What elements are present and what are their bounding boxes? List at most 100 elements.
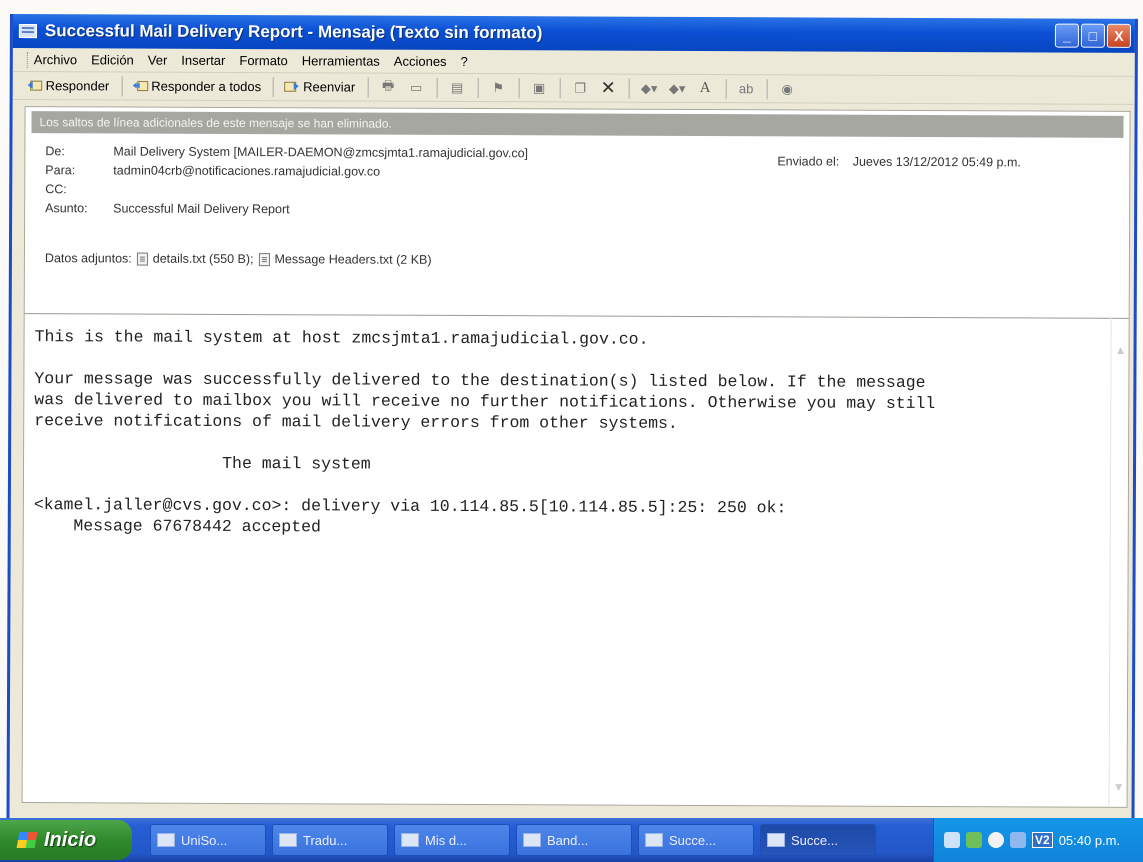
forward-button[interactable]: Reenviar bbox=[280, 77, 359, 96]
network-icon[interactable] bbox=[944, 832, 960, 848]
reply-button[interactable]: Responder bbox=[23, 76, 114, 95]
reply-label: Responder bbox=[45, 78, 110, 94]
standard-toolbar: Responder Responder a todos Reenviar 🖶 ▭… bbox=[12, 72, 1135, 105]
app-icon bbox=[157, 833, 175, 847]
font-size-label: A bbox=[699, 80, 711, 97]
sent-date: Enviado el: Jueves 13/12/2012 05:49 p.m. bbox=[777, 154, 1021, 169]
toolbar-separator bbox=[559, 77, 561, 98]
minimize-button[interactable]: _ bbox=[1054, 23, 1079, 48]
to-label: Para: bbox=[45, 162, 76, 177]
menu-ver[interactable]: Ver bbox=[148, 53, 168, 68]
text-file-icon bbox=[258, 252, 270, 266]
message-icon bbox=[767, 833, 785, 847]
toolbar-separator bbox=[628, 78, 630, 99]
copy-icon[interactable]: ❐ bbox=[571, 80, 589, 96]
tray-label[interactable]: V2 bbox=[1032, 832, 1053, 848]
attachment-details[interactable]: details.txt (550 B); bbox=[153, 252, 254, 266]
start-button[interactable]: Inicio bbox=[0, 820, 132, 860]
vertical-scrollbar[interactable]: ▲ ▼ bbox=[1108, 317, 1129, 807]
inbox-icon bbox=[523, 833, 541, 847]
from-value[interactable]: Mail Delivery System [MAILER-DAEMON@zmcs… bbox=[113, 144, 528, 160]
taskbar-item-band[interactable]: Band... bbox=[516, 824, 632, 856]
system-tray: V2 05:40 p.m. bbox=[933, 818, 1143, 862]
next-item-icon[interactable]: ◆▾ bbox=[668, 80, 686, 96]
help-icon[interactable]: ◉ bbox=[778, 81, 796, 97]
security-icon[interactable] bbox=[966, 832, 982, 848]
print-icon[interactable]: 🖶 bbox=[379, 77, 397, 95]
browser-icon bbox=[279, 833, 297, 847]
close-button[interactable]: X bbox=[1106, 23, 1131, 48]
taskbar-item-succe-active[interactable]: Succe... bbox=[760, 824, 876, 856]
menu-herramientas[interactable]: Herramientas bbox=[302, 53, 380, 68]
from-label: De: bbox=[45, 143, 65, 158]
message-content: Los saltos de línea adicionales de este … bbox=[21, 106, 1131, 808]
font-size-icon[interactable]: A bbox=[696, 80, 714, 96]
attachments-row: Datos adjuntos: details.txt (550 B); Mes… bbox=[45, 251, 432, 267]
sent-value: Jueves 13/12/2012 05:49 p.m. bbox=[852, 154, 1021, 170]
delete-icon[interactable]: ✕ bbox=[599, 78, 617, 98]
category-icon[interactable]: ▤ bbox=[448, 79, 466, 95]
toolbar-separator bbox=[436, 77, 438, 98]
subject-value: Successful Mail Delivery Report bbox=[113, 200, 290, 216]
move-to-folder-icon[interactable]: ▭ bbox=[407, 79, 425, 95]
toolbar-separator bbox=[367, 77, 369, 98]
menu-grip-icon bbox=[26, 51, 30, 68]
toolbar-separator bbox=[766, 78, 768, 99]
taskbar-item-succe[interactable]: Succe... bbox=[638, 824, 754, 856]
encoding-icon[interactable]: ab bbox=[737, 81, 755, 97]
reply-all-icon bbox=[132, 79, 148, 93]
title-bar[interactable]: Successful Mail Delivery Report - Mensaj… bbox=[12, 14, 1135, 53]
maximize-button[interactable]: □ bbox=[1080, 23, 1105, 48]
message-headers: De: Mail Delivery System [MAILER-DAEMON@… bbox=[25, 133, 1130, 288]
text-file-icon bbox=[136, 252, 148, 266]
task-label: Tradu... bbox=[303, 832, 348, 848]
taskbar-item-mis-d[interactable]: Mis d... bbox=[394, 824, 510, 856]
task-label: Succe... bbox=[791, 832, 838, 848]
previous-item-icon[interactable]: ◆▾ bbox=[640, 80, 658, 96]
forward-icon bbox=[284, 80, 300, 94]
task-label: Mis d... bbox=[425, 832, 467, 848]
attachment-message-headers[interactable]: Message Headers.txt (2 KB) bbox=[275, 252, 432, 267]
outlook-message-window: Successful Mail Delivery Report - Mensaj… bbox=[6, 14, 1138, 839]
scroll-down-icon[interactable]: ▼ bbox=[1113, 783, 1125, 793]
windows-logo-icon bbox=[16, 832, 38, 848]
sent-label: Enviado el: bbox=[777, 154, 840, 169]
taskbar-item-tradu[interactable]: Tradu... bbox=[272, 824, 388, 856]
scroll-up-icon[interactable]: ▲ bbox=[1115, 346, 1127, 356]
toolbar-separator bbox=[725, 78, 727, 99]
to-value[interactable]: tadmin04crb@notificaciones.ramajudicial.… bbox=[113, 163, 380, 178]
folder-icon bbox=[401, 833, 419, 847]
menu-insertar[interactable]: Insertar bbox=[181, 53, 225, 68]
menu-help[interactable]: ? bbox=[461, 54, 468, 69]
message-body[interactable]: This is the mail system at host zmcsjmta… bbox=[22, 313, 1129, 807]
reply-all-label: Responder a todos bbox=[151, 78, 262, 95]
reply-all-button[interactable]: Responder a todos bbox=[128, 77, 265, 97]
taskbar-item-uniso[interactable]: UniSo... bbox=[150, 824, 266, 856]
toolbar-separator bbox=[477, 77, 479, 98]
menu-acciones[interactable]: Acciones bbox=[394, 54, 447, 69]
attachments-label: Datos adjuntos: bbox=[44, 251, 132, 266]
toolbar-separator bbox=[121, 75, 123, 96]
taskbar: Inicio UniSo... Tradu... Mis d... Band..… bbox=[0, 818, 1143, 862]
forward-label: Reenviar bbox=[303, 79, 356, 95]
address-book-icon[interactable]: ▣ bbox=[530, 80, 548, 96]
flag-icon[interactable]: ⚑ bbox=[489, 80, 507, 96]
menu-edicion[interactable]: Edición bbox=[91, 52, 134, 67]
start-label: Inicio bbox=[44, 828, 97, 851]
subject-label: Asunto: bbox=[45, 200, 88, 215]
cc-label: CC: bbox=[45, 181, 67, 196]
menu-formato[interactable]: Formato bbox=[239, 53, 287, 68]
message-icon bbox=[645, 833, 663, 847]
messenger-icon[interactable] bbox=[988, 832, 1004, 848]
menu-archivo[interactable]: Archivo bbox=[34, 52, 77, 67]
task-label: Band... bbox=[547, 832, 589, 848]
task-label: Succe... bbox=[669, 832, 716, 848]
clock[interactable]: 05:40 p.m. bbox=[1059, 833, 1120, 848]
reply-icon bbox=[27, 79, 43, 93]
window-title: Successful Mail Delivery Report - Mensaj… bbox=[44, 21, 543, 43]
volume-icon[interactable] bbox=[1010, 832, 1026, 848]
toolbar-separator bbox=[273, 76, 275, 97]
toolbar-separator bbox=[518, 77, 520, 98]
task-label: UniSo... bbox=[181, 832, 228, 848]
message-icon bbox=[18, 24, 37, 39]
